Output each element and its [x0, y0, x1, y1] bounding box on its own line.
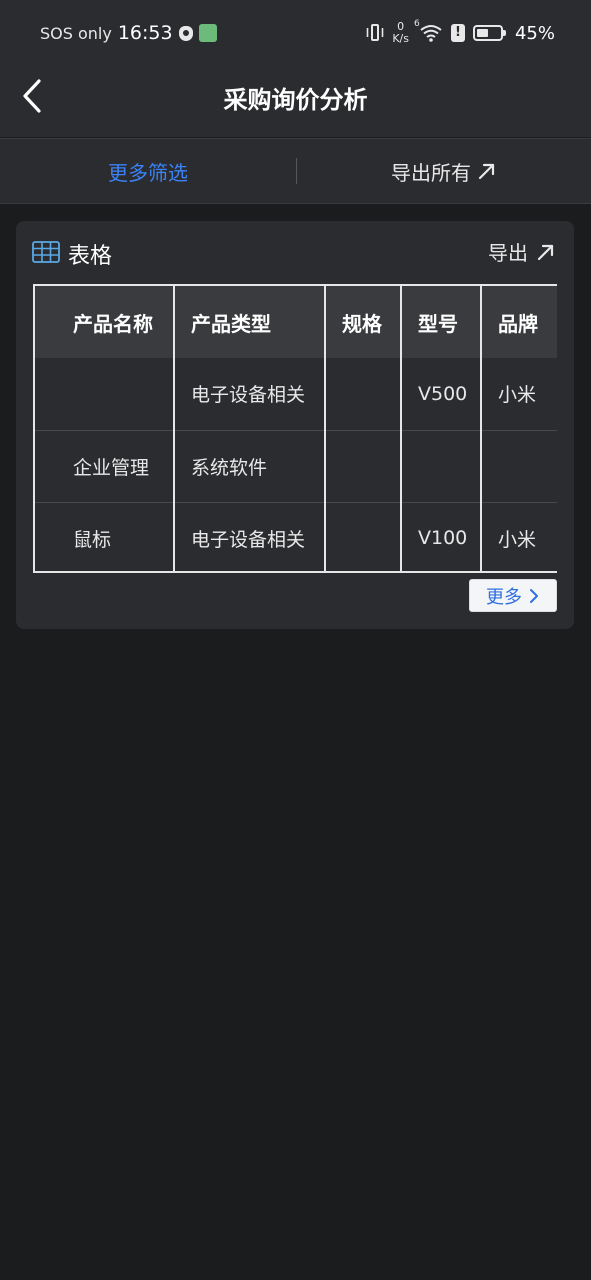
table-row[interactable]: 鼠标 电子设备相关 V100 小米: [35, 502, 557, 571]
clock: 16:53: [117, 22, 173, 44]
table-cell: [325, 430, 402, 503]
table-cell: [35, 358, 175, 431]
card-title: 表格: [68, 244, 113, 269]
wifi-icon: 6: [414, 19, 443, 43]
table-cell: 小米: [481, 358, 557, 431]
more-button[interactable]: 更多: [469, 579, 557, 612]
shield-icon: [178, 25, 193, 41]
warning-icon: !: [450, 24, 465, 42]
more-filters-label: 更多筛选: [108, 160, 188, 185]
arrow-up-right-icon: [478, 163, 495, 180]
carrier-status: SOS only: [40, 23, 112, 43]
arrow-up-right-icon: [537, 244, 554, 260]
column-header[interactable]: 产品类型: [174, 286, 326, 358]
battery-level: 45%: [514, 22, 555, 44]
app-notification-icon: [198, 24, 217, 42]
battery-icon: [472, 25, 506, 41]
wifi-badge: 6: [413, 19, 420, 29]
net-speed: 0 K/s: [392, 21, 409, 45]
net-speed-unit: K/s: [392, 32, 409, 45]
table-row[interactable]: 企业管理 系统软件: [35, 430, 557, 503]
table-cell: 电子设备相关: [174, 358, 326, 431]
column-header[interactable]: 产品名称: [35, 286, 175, 358]
card-header: 表格 导出: [16, 221, 574, 283]
table-cell: V100: [401, 502, 482, 571]
table-cell: 企业管理: [35, 430, 175, 503]
table-row[interactable]: 电子设备相关 V500 小米: [35, 358, 557, 431]
table-card: 表格 导出 产品名称 产品类型 规格 型号 品牌 电子设备相关 V500 小米 …: [16, 221, 574, 629]
filter-bar: 更多筛选 导出所有: [0, 138, 591, 204]
table-cell: [401, 430, 482, 503]
export-button[interactable]: 导出: [488, 237, 556, 266]
table-cell: 鼠标: [35, 502, 175, 571]
export-label: 导出: [488, 241, 528, 265]
column-header[interactable]: 品牌: [481, 286, 557, 358]
data-table: 产品名称 产品类型 规格 型号 品牌 电子设备相关 V500 小米 企业管理 系…: [35, 286, 557, 571]
nav-bar: 采购询价分析: [0, 66, 591, 128]
table-icon: [32, 241, 60, 263]
table-header-row: 产品名称 产品类型 规格 型号 品牌: [35, 286, 557, 358]
table-cell: [325, 502, 402, 571]
table-cell: 小米: [481, 502, 557, 571]
table-cell: 系统软件: [174, 430, 326, 503]
status-bar: SOS only 16:53 0 K/s 6 ! 45%: [0, 0, 591, 66]
export-all-button[interactable]: 导出所有: [297, 139, 591, 203]
table-scroll-container[interactable]: 产品名称 产品类型 规格 型号 品牌 电子设备相关 V500 小米 企业管理 系…: [33, 284, 557, 573]
more-label: 更多: [486, 586, 522, 608]
page-title: 采购询价分析: [223, 86, 368, 114]
chevron-right-icon: [530, 588, 538, 603]
column-header[interactable]: 规格: [325, 286, 402, 358]
table-cell: V500: [401, 358, 482, 431]
column-header[interactable]: 型号: [401, 286, 482, 358]
table-cell: [481, 430, 557, 503]
more-filters-button[interactable]: 更多筛选: [0, 139, 296, 203]
table-cell: [325, 358, 402, 431]
table-cell: 电子设备相关: [174, 502, 326, 571]
export-all-label: 导出所有: [391, 160, 471, 185]
status-bar-left: SOS only 16:53: [40, 20, 217, 46]
vibrate-icon: [366, 22, 384, 44]
status-bar-right: 0 K/s 6 ! 45%: [366, 18, 555, 48]
